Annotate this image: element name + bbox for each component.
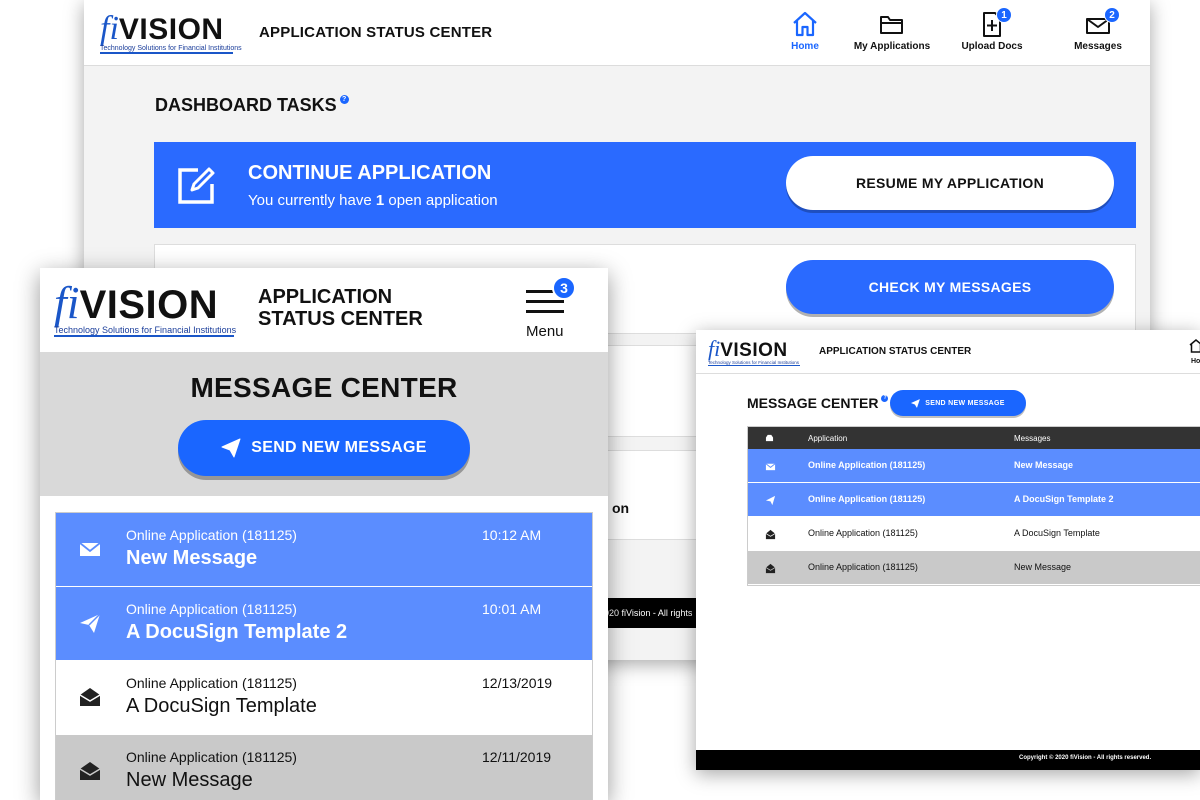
- continue-subtitle: You currently have 1 open application: [248, 192, 498, 209]
- fivision-logo[interactable]: fi VISION Technology Solutions for Financ…: [100, 10, 242, 54]
- envelope-open-icon: [79, 762, 101, 780]
- mid-header: fi VISION Technology Solutions for Financ…: [696, 330, 1200, 374]
- inbox-icon: [765, 434, 774, 442]
- paper-plane-icon: [221, 438, 241, 458]
- resume-application-button[interactable]: RESUME MY APPLICATION: [786, 156, 1114, 210]
- desktop-copyright: 020 fiVision - All rights: [604, 608, 693, 618]
- nav-home[interactable]: Home: [760, 10, 850, 52]
- table-header: Application Messages: [748, 427, 1200, 449]
- mobile-message-center-window: fi VISION Technology Solutions for Financ…: [40, 268, 608, 800]
- message-center-title: MESSAGE CENTER?: [747, 395, 889, 411]
- envelope-open-icon: [765, 529, 776, 540]
- home-icon[interactable]: [1188, 338, 1200, 354]
- send-new-message-button[interactable]: SEND NEW MESSAGE: [178, 420, 470, 476]
- paper-plane-icon: [765, 495, 776, 506]
- continue-title: CONTINUE APPLICATION: [248, 162, 492, 184]
- nav-messages[interactable]: 2 Messages: [1053, 7, 1143, 52]
- upload-badge: 1: [996, 7, 1012, 23]
- info-icon[interactable]: ?: [881, 395, 889, 402]
- nav-my-applications[interactable]: My Applications: [847, 10, 937, 52]
- table-row[interactable]: Online Application (181125) New Message: [748, 449, 1200, 483]
- folder-icon: [877, 10, 907, 38]
- list-item[interactable]: Online Application (181125) A DocuSign T…: [56, 661, 592, 735]
- fivision-logo[interactable]: fi VISION Technology Solutions for Financ…: [54, 276, 236, 337]
- list-item[interactable]: Online Application (181125) New Message …: [56, 735, 592, 800]
- send-new-message-button[interactable]: SEND NEW MESSAGE: [890, 390, 1026, 416]
- table-row[interactable]: Online Application (181125) A DocuSign T…: [748, 483, 1200, 517]
- list-item[interactable]: Online Application (181125) New Message …: [56, 513, 592, 587]
- desktop-header: fi VISION Technology Solutions for Financ…: [84, 0, 1150, 66]
- upload-doc-icon: 1: [977, 7, 1012, 38]
- list-item[interactable]: Online Application (181125) A DocuSign T…: [56, 587, 592, 661]
- check-messages-button[interactable]: CHECK MY MESSAGES: [786, 260, 1114, 314]
- envelope-open-icon: [765, 563, 776, 574]
- mobile-header: fi VISION Technology Solutions for Financ…: [40, 268, 608, 352]
- paper-plane-icon: [911, 398, 921, 408]
- nav-upload-docs[interactable]: 1 Upload Docs: [947, 7, 1037, 52]
- envelope-closed-icon: [79, 542, 101, 556]
- hamburger-icon: [526, 310, 564, 313]
- messages-table: Application Messages Online Application …: [747, 426, 1200, 586]
- message-list-panel: Online Application (181125) New Message …: [40, 496, 608, 800]
- table-row[interactable]: Online Application (181125) New Message: [748, 551, 1200, 585]
- home-icon: [790, 10, 820, 38]
- paper-plane-icon: [80, 613, 101, 633]
- envelope-open-icon: [79, 688, 101, 706]
- message-center-title: MESSAGE CENTER: [190, 372, 458, 403]
- envelope-icon: 2: [1083, 7, 1120, 38]
- composite-stage: fi VISION Technology Solutions for Financ…: [0, 0, 1200, 800]
- menu-badge: 3: [552, 276, 576, 300]
- header-title: APPLICATION STATUS CENTER: [259, 24, 493, 41]
- menu-button[interactable]: 3 Menu: [518, 276, 576, 344]
- header-title: APPLICATION STATUS CENTER: [819, 346, 972, 357]
- nav-home-label[interactable]: Ho: [1191, 358, 1200, 365]
- header-title: APPLICATION STATUS CENTER: [258, 286, 423, 330]
- menu-label: Menu: [526, 323, 564, 340]
- table-row[interactable]: Online Application (181125) A DocuSign T…: [748, 517, 1200, 551]
- task-row-text: on: [612, 500, 630, 516]
- message-list: Online Application (181125) New Message …: [55, 512, 593, 800]
- message-center-window: fi VISION Technology Solutions for Financ…: [696, 330, 1200, 770]
- fivision-logo[interactable]: fi VISION Technology Solutions for Financ…: [708, 336, 800, 366]
- mid-copyright: Copyright © 2020 fiVision - All rights r…: [1019, 755, 1152, 761]
- info-icon[interactable]: ?: [339, 95, 349, 104]
- envelope-closed-icon: [765, 463, 776, 471]
- continue-application-task: CONTINUE APPLICATION You currently have …: [154, 142, 1136, 228]
- messages-badge: 2: [1104, 7, 1120, 23]
- dashboard-title: DASHBOARD TASKS?: [155, 95, 349, 116]
- edit-icon: [174, 164, 218, 208]
- hamburger-icon: [526, 300, 564, 303]
